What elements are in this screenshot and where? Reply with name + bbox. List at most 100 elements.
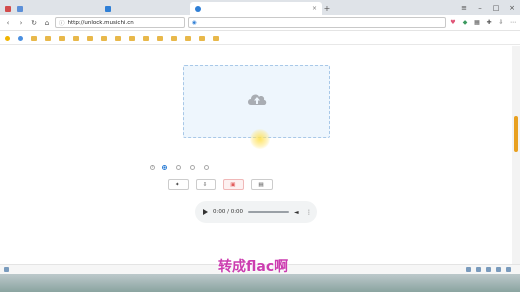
- download-all-button[interactable]: ⇩: [195, 179, 217, 190]
- tab-active[interactable]: ×: [190, 2, 322, 15]
- bookmark-item[interactable]: [127, 35, 139, 41]
- tab-favicon-icon: [17, 5, 23, 12]
- bookmark-item[interactable]: [169, 35, 181, 41]
- radio-icon: [176, 164, 181, 170]
- bookmark-item[interactable]: [197, 35, 209, 41]
- bookmark-item[interactable]: [85, 35, 97, 41]
- folder-icon: [171, 35, 177, 41]
- mouse-cursor-highlight: [250, 129, 270, 149]
- bookmark-item[interactable]: [155, 35, 167, 41]
- clear-all-button[interactable]: ▣: [223, 179, 245, 190]
- home-icon[interactable]: ⌂: [42, 18, 52, 28]
- bookmarks-bar: [0, 32, 520, 45]
- tab-favicon-icon: [195, 5, 201, 12]
- status-item[interactable]: [466, 267, 473, 272]
- folder-icon: [129, 35, 135, 41]
- naming-format-options: ?: [143, 162, 383, 172]
- bookmark-item[interactable]: [16, 35, 27, 41]
- radio-title-artist[interactable]: [162, 164, 169, 170]
- bookmark-icon: [18, 35, 23, 41]
- page-scrollbar[interactable]: [512, 46, 520, 264]
- menu-icon[interactable]: ≡: [456, 4, 472, 12]
- tab-close-icon[interactable]: ×: [312, 5, 317, 12]
- extension-icon[interactable]: ✚: [485, 19, 493, 27]
- help-icon[interactable]: ?: [150, 164, 155, 170]
- folder-icon: [199, 35, 205, 41]
- folder-icon: [213, 35, 219, 41]
- status-item[interactable]: [506, 267, 513, 272]
- volume-icon[interactable]: ◄: [294, 209, 301, 216]
- player-menu-icon[interactable]: ⋮: [306, 209, 312, 216]
- status-left: [4, 267, 11, 272]
- scrollbar-thumb[interactable]: [514, 116, 518, 152]
- bookmark-item[interactable]: [71, 35, 83, 41]
- bookmark-item[interactable]: [29, 35, 41, 41]
- page-content: ? ✦ ⇩ ▣ ▤ 0:00 / 0:00 ◄ ⋮: [0, 46, 512, 264]
- folder-icon: [45, 35, 51, 41]
- tab-music-unlock-tool[interactable]: [12, 2, 100, 15]
- bookmark-item[interactable]: [183, 35, 195, 41]
- tab-favicon-icon: [5, 5, 11, 12]
- folder-icon: [87, 35, 93, 41]
- player-time: 0:00 / 0:00: [213, 209, 244, 215]
- radio-icon: [204, 164, 209, 170]
- refresh-icon[interactable]: ↻: [29, 18, 39, 28]
- folder-icon: [115, 35, 121, 41]
- save-icon: ▤: [258, 181, 264, 188]
- folder-icon: [73, 35, 79, 41]
- bookmark-item[interactable]: [43, 35, 55, 41]
- bookmark-item[interactable]: [141, 35, 153, 41]
- folder-icon: [185, 35, 191, 41]
- search-engine-icon: ◉: [192, 19, 197, 26]
- folder-icon: [143, 35, 149, 41]
- bookmark-item[interactable]: [211, 35, 223, 41]
- folder-icon: [59, 35, 65, 41]
- unlock-icon: ✦: [175, 181, 180, 188]
- folder-icon: [31, 35, 37, 41]
- tab-favicon-icon: [105, 5, 111, 12]
- grid-icon[interactable]: ▦: [473, 19, 481, 27]
- close-window-icon[interactable]: ×: [504, 4, 520, 12]
- video-caption: 转成flac啊: [218, 259, 289, 275]
- audio-player: 0:00 / 0:00 ◄ ⋮: [195, 201, 317, 223]
- seek-bar[interactable]: [248, 211, 289, 213]
- action-buttons: ✦ ⇩ ▣ ▤: [168, 179, 273, 190]
- new-tab-button[interactable]: +: [322, 2, 332, 15]
- share-icon: [466, 267, 471, 272]
- save-file-button[interactable]: ▤: [251, 179, 273, 190]
- tab-music-unlock[interactable]: [100, 2, 190, 15]
- unlock-settings-button[interactable]: ✦: [168, 179, 189, 190]
- radio-keep-name[interactable]: [176, 164, 183, 170]
- news-icon: [4, 267, 9, 272]
- file-drop-zone[interactable]: [183, 65, 330, 138]
- search-input[interactable]: ◉: [188, 17, 446, 28]
- cloud-upload-icon: [247, 94, 266, 105]
- bookmark-item[interactable]: [99, 35, 111, 41]
- radio-same-file[interactable]: [204, 164, 211, 170]
- tab-pinned[interactable]: [0, 2, 12, 15]
- status-item[interactable]: [476, 267, 483, 272]
- bookmark-item[interactable]: [57, 35, 69, 41]
- radio-artist-title[interactable]: [190, 164, 197, 170]
- forward-icon[interactable]: ›: [16, 18, 26, 28]
- shield-icon[interactable]: ◆: [461, 19, 469, 27]
- status-item[interactable]: [496, 267, 503, 272]
- url-input[interactable]: ⓘ http://unlock.musichi.cn: [55, 17, 185, 28]
- bookmark-item[interactable]: [3, 35, 14, 41]
- back-icon[interactable]: ‹: [3, 18, 13, 28]
- status-item[interactable]: [486, 267, 493, 272]
- delete-icon: ▣: [230, 181, 236, 188]
- radio-icon: [190, 164, 195, 170]
- speed-icon: [476, 267, 481, 272]
- download-icon[interactable]: ⇩: [497, 19, 505, 27]
- play-icon[interactable]: [203, 209, 208, 215]
- download-icon: ⇩: [202, 181, 208, 188]
- heart-icon[interactable]: ♥: [449, 19, 457, 27]
- toolbar-icons: ♥ ◆ ▦ ✚ ⇩ ⋯: [449, 19, 517, 27]
- radio-icon: [162, 164, 167, 170]
- download-status-icon: [496, 267, 501, 272]
- bookmark-item[interactable]: [113, 35, 125, 41]
- more-icon[interactable]: ⋯: [509, 19, 517, 27]
- maximize-icon[interactable]: □: [488, 4, 504, 12]
- minimize-icon[interactable]: –: [472, 4, 488, 12]
